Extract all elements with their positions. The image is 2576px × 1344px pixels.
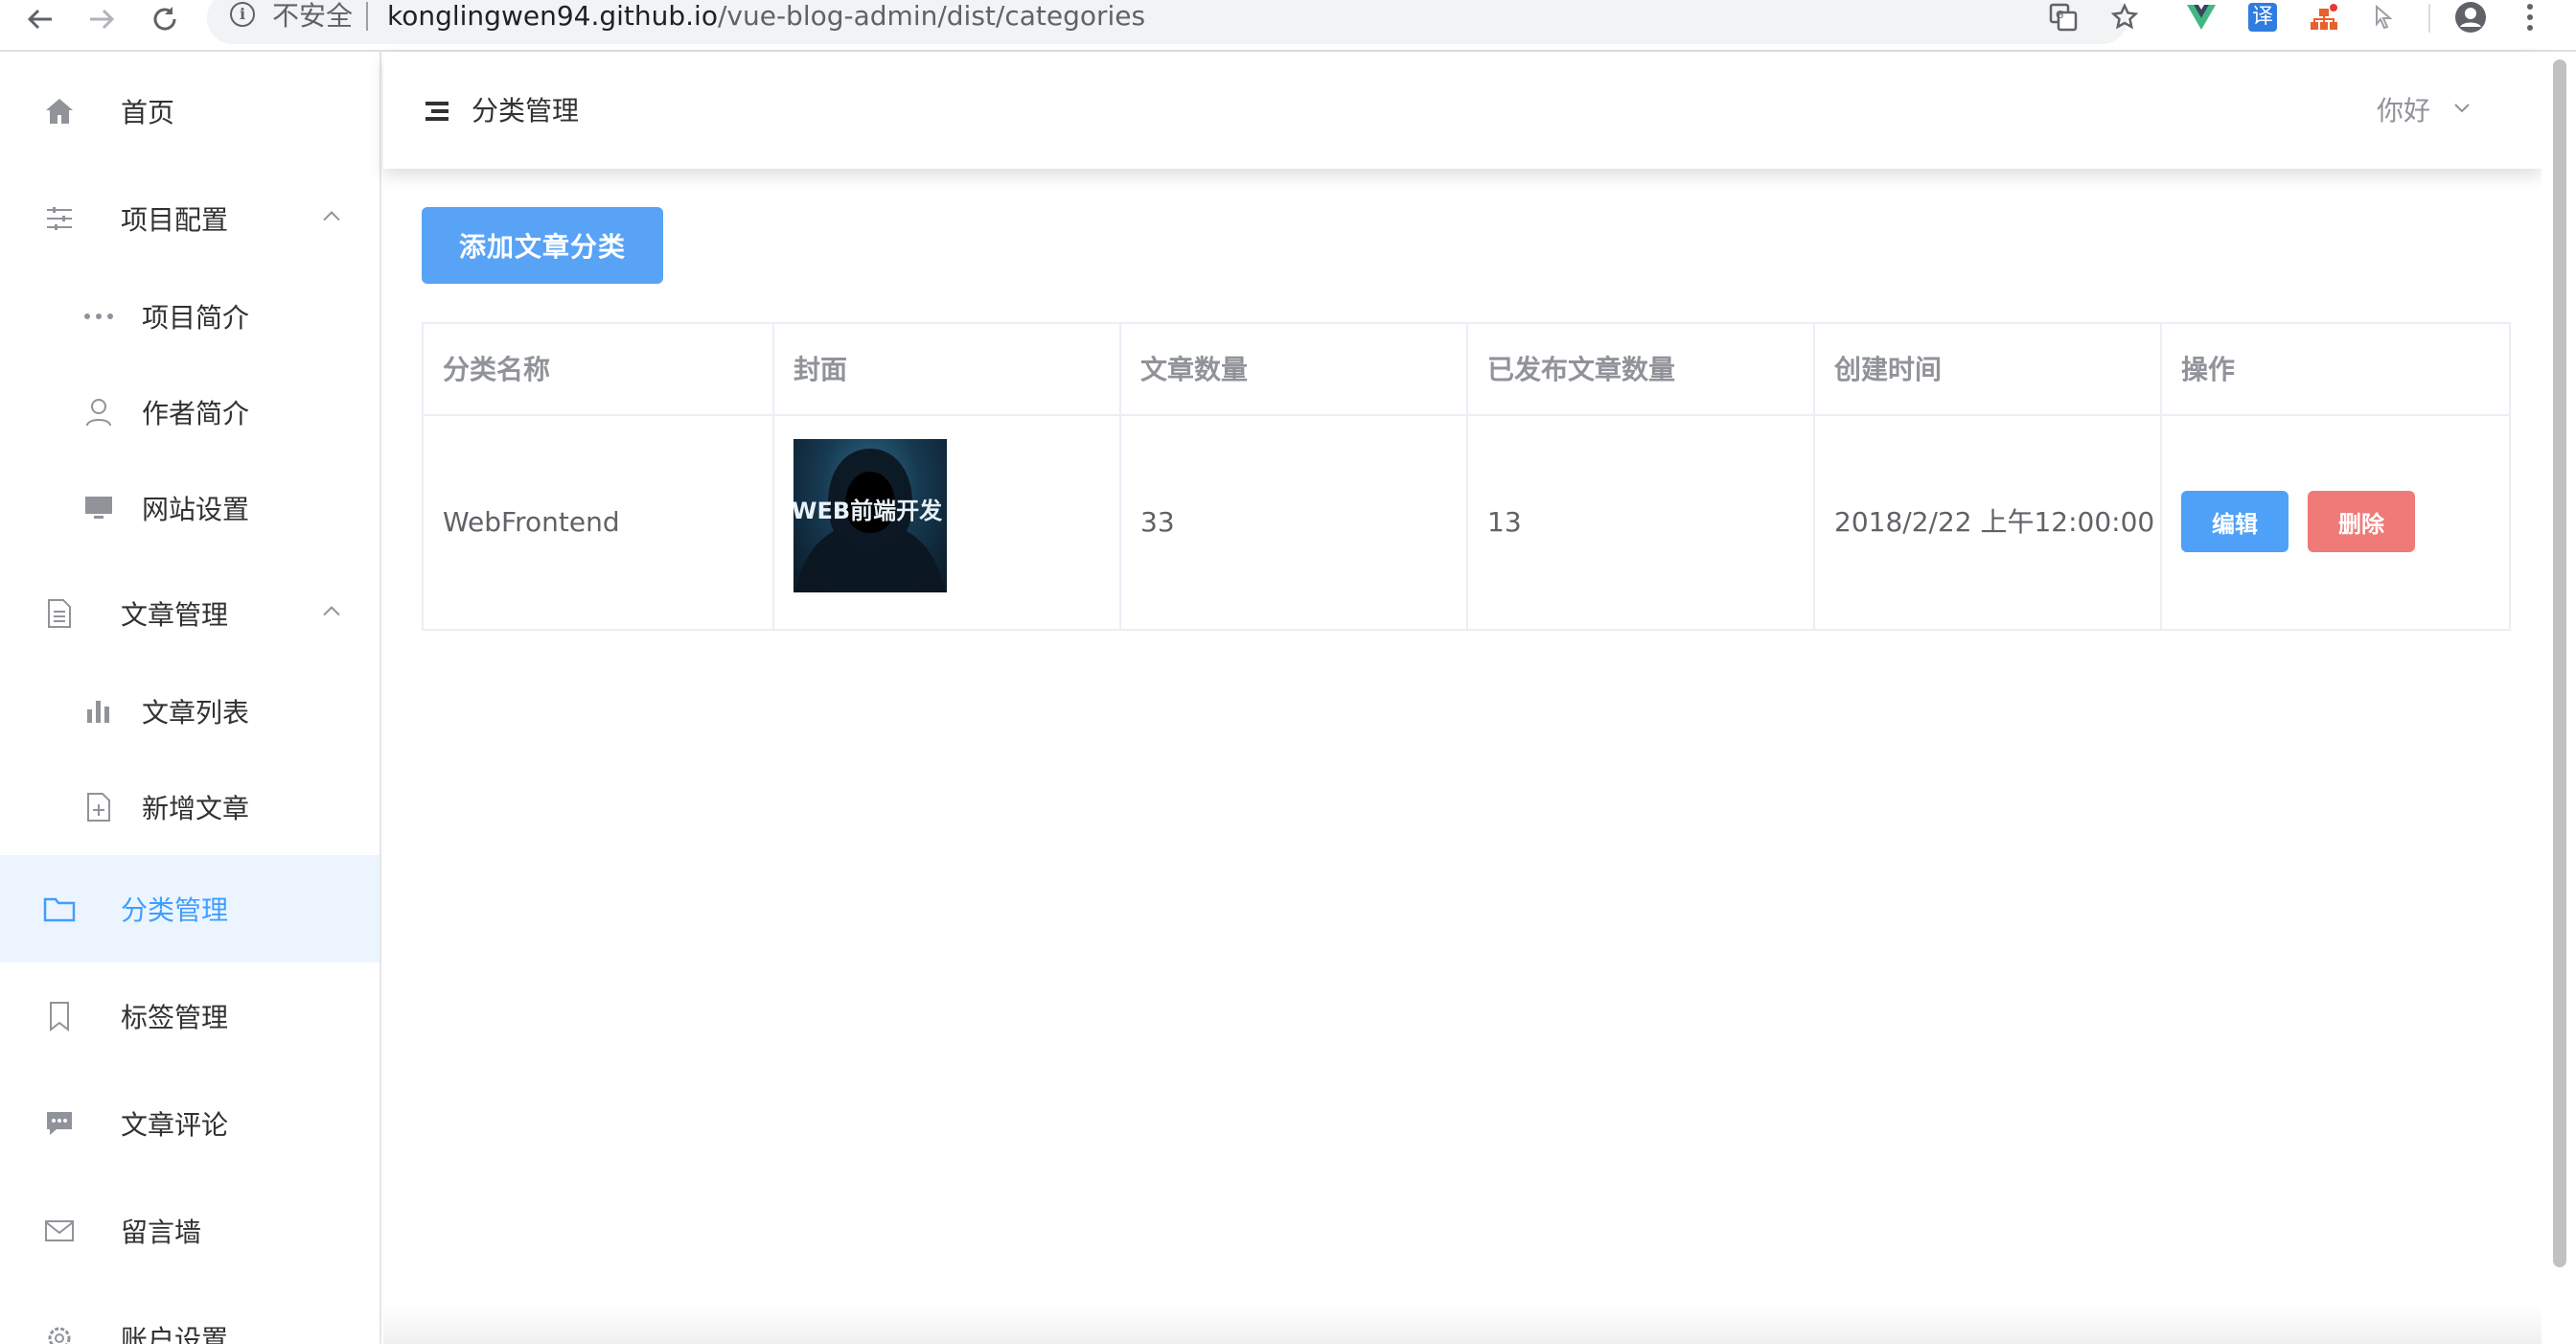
back-icon[interactable]	[21, 0, 59, 38]
sidebar-item-account-settings[interactable]: 账户设置	[0, 1285, 380, 1344]
categories-table: 分类名称 封面 文章数量 已发布文章数量 创建时间 操作 WebFrontend…	[422, 322, 2511, 631]
url-path: /vue-blog-admin/dist/categories	[717, 0, 1146, 32]
column-header-actions: 操作	[2181, 354, 2236, 385]
scrollbar-thumb[interactable]	[2553, 59, 2566, 1267]
cell-actions: 编辑 删除	[2162, 416, 2509, 629]
reload-icon[interactable]	[146, 0, 184, 38]
chevron-up-icon	[322, 208, 341, 226]
bar-chart-icon	[82, 695, 115, 728]
sidebar-item-label: 新增文章	[142, 793, 250, 824]
collapse-menu-icon[interactable]	[426, 102, 448, 121]
bottom-shadow	[383, 1304, 2542, 1344]
add-category-button[interactable]: 添加文章分类	[422, 207, 663, 284]
folder-icon	[42, 892, 77, 926]
sidebar-item-label: 文章评论	[121, 1109, 229, 1141]
cover-image: WEB前端开发	[794, 439, 947, 592]
sidebar-item-new-article[interactable]: 新增文章	[0, 759, 380, 855]
cell-created-at: 2018/2/22 上午12:00:00	[1815, 416, 2162, 629]
sidebar-item-label: 项目简介	[142, 302, 250, 334]
sidebar-item-label: 账户设置	[121, 1324, 229, 1344]
sidebar-item-site-settings[interactable]: 网站设置	[0, 460, 380, 556]
document-add-icon	[82, 791, 115, 823]
bookmark-icon	[42, 999, 77, 1033]
user-icon	[82, 396, 115, 429]
user-dropdown[interactable]: 你好	[2377, 94, 2430, 128]
cursor-extension-icon[interactable]	[2369, 2, 2402, 33]
delete-button[interactable]: 删除	[2308, 491, 2415, 552]
chevron-up-icon	[322, 603, 341, 621]
sidebar-item-article-list[interactable]: 文章列表	[0, 663, 380, 759]
home-icon	[42, 94, 77, 128]
column-header-created-at[interactable]: 创建时间	[1815, 324, 2162, 416]
sidebar-item-label: 网站设置	[142, 494, 250, 525]
svg-text:G: G	[2056, 9, 2064, 21]
google-translate-icon[interactable]: G	[2047, 2, 2080, 33]
sidebar-item-tag-mgmt[interactable]: 标签管理	[0, 962, 380, 1070]
translate-extension-icon[interactable]: 译	[2246, 2, 2279, 33]
sidebar-item-label: 留言墙	[121, 1217, 202, 1248]
sidebar-item-label: 标签管理	[121, 1002, 229, 1033]
toolbar-divider	[2428, 4, 2430, 33]
sidebar-item-message-wall[interactable]: 留言墙	[0, 1177, 380, 1285]
sidebar-item-category-mgmt[interactable]: 分类管理	[0, 855, 380, 962]
sidebar-item-author-intro[interactable]: 作者简介	[0, 364, 380, 460]
sidebar-item-project-intro[interactable]: 项目简介	[0, 268, 380, 364]
vue-devtools-icon[interactable]	[2185, 2, 2218, 33]
sidebar-item-article-comments[interactable]: 文章评论	[0, 1070, 380, 1177]
table-header: 分类名称 封面 文章数量 已发布文章数量 创建时间 操作	[424, 324, 2509, 416]
chevron-down-icon[interactable]	[2453, 100, 2471, 118]
cell-article-count: 33	[1121, 416, 1468, 629]
column-header-cover[interactable]: 封面	[774, 324, 1121, 416]
browser-menu-icon[interactable]	[2520, 2, 2540, 33]
page-title: 分类管理	[472, 95, 580, 127]
column-header-published-count[interactable]: 已发布文章数量	[1468, 324, 1815, 416]
column-header-name[interactable]: 分类名称	[424, 324, 774, 416]
sidebar-item-label: 文章列表	[142, 697, 250, 729]
bookmark-star-icon[interactable]	[2108, 2, 2141, 33]
edit-button[interactable]: 编辑	[2181, 491, 2288, 552]
profile-avatar-icon[interactable]	[2453, 2, 2488, 33]
address-divider	[366, 2, 368, 31]
sliders-icon	[42, 201, 77, 236]
forward-icon[interactable]	[82, 0, 121, 38]
cover-caption: WEB前端开发	[794, 498, 943, 524]
cell-cover: WEB前端开发	[774, 416, 1121, 629]
table-row: WebFrontend WEB前端开发 33 13 2018/2/22 上午12…	[424, 416, 2509, 629]
gear-icon	[42, 1321, 77, 1344]
chat-icon	[42, 1106, 77, 1141]
url-host: konglingwen94.github.io	[387, 0, 718, 32]
cell-category-name: WebFrontend	[424, 416, 774, 629]
insecure-label: 不安全	[272, 0, 354, 32]
sidebar-group-project-config[interactable]: 项目配置	[0, 165, 380, 272]
sitemap-extension-icon[interactable]	[2308, 2, 2340, 33]
more-dots-icon	[82, 300, 115, 333]
sidebar: 首页 项目配置 项目简介 作者简介 网站设置 文章管理 文章列表 新增文章 分类…	[0, 52, 381, 1344]
document-icon	[42, 596, 77, 631]
column-header-article-count[interactable]: 文章数量	[1121, 324, 1468, 416]
mail-icon	[42, 1214, 77, 1248]
sidebar-item-label: 分类管理	[121, 894, 229, 926]
sidebar-item-label: 首页	[121, 97, 175, 128]
sidebar-group-label: 项目配置	[121, 204, 229, 236]
sidebar-group-label: 文章管理	[121, 599, 229, 631]
cell-published-count: 13	[1468, 416, 1815, 629]
top-header: 分类管理 你好	[383, 52, 2542, 169]
sidebar-group-article-mgmt[interactable]: 文章管理	[0, 560, 380, 667]
sidebar-item-home[interactable]: 首页	[0, 58, 380, 165]
url-text[interactable]: konglingwen94.github.io/vue-blog-admin/d…	[387, 0, 1145, 33]
sidebar-item-label: 作者简介	[142, 398, 250, 429]
info-icon[interactable]: i	[230, 2, 255, 27]
monitor-icon	[82, 492, 115, 524]
translate-extension-label: 译	[2248, 3, 2277, 32]
browser-toolbar: i 不安全 konglingwen94.github.io/vue-blog-a…	[0, 0, 2576, 52]
